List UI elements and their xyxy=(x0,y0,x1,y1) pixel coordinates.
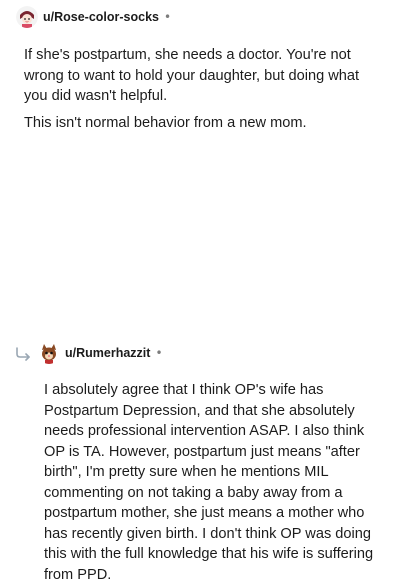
cartoon-cat-avatar-icon[interactable] xyxy=(38,342,60,364)
comment-header: u/Rumerhazzit • xyxy=(14,338,163,368)
separator-dot: • xyxy=(164,10,172,24)
cartoon-girl-avatar-icon[interactable] xyxy=(16,6,38,28)
separator-dot: • xyxy=(155,346,163,360)
comment-body-paragraph: If she's postpartum, she needs a doctor.… xyxy=(24,45,386,107)
comment-text: This isn't normal behavior from a new mo… xyxy=(24,115,307,131)
username-link[interactable]: u/Rumerhazzit xyxy=(65,346,150,360)
comment-body-paragraph: This isn't normal behavior from a new mo… xyxy=(24,113,386,134)
comment-header: u/Rose-color-socks • xyxy=(16,2,171,32)
comment-body-paragraph: I absolutely agree that I think OP's wif… xyxy=(44,380,380,585)
reply-arrow-icon xyxy=(14,346,32,361)
comment-text: If she's postpartum, she needs a doctor.… xyxy=(24,47,360,104)
username-link[interactable]: u/Rose-color-socks xyxy=(43,10,159,24)
comment-text: I absolutely agree that I think OP's wif… xyxy=(44,382,374,583)
